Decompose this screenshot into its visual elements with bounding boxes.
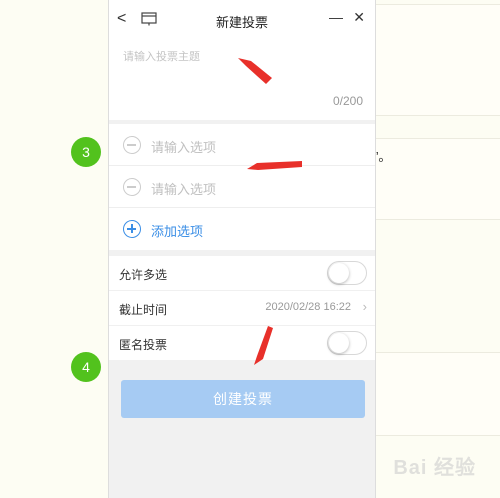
option-input-placeholder[interactable]: 请输入选项 [151, 137, 216, 156]
deadline-label: 截止时间 [119, 303, 168, 317]
add-option-label[interactable]: 添加选项 [151, 221, 203, 240]
option-input-placeholder[interactable]: 请输入选项 [151, 179, 216, 198]
close-icon[interactable]: ✕ [353, 9, 365, 26]
create-vote-button[interactable]: 创建投票 [121, 380, 365, 418]
title-bar: < 新建投票 — ✕ [109, 0, 375, 40]
article-panel [375, 4, 500, 116]
character-counter: 0/200 [332, 94, 363, 108]
minimize-icon[interactable]: — [329, 9, 343, 25]
article-panel [375, 352, 500, 436]
watermark: Bai 经验 [393, 457, 476, 479]
anonymous-toggle[interactable] [327, 331, 367, 355]
anonymous-row: 匿名投票 [109, 326, 375, 361]
vote-settings: 允许多选 截止时间 2020/02/28 16:22 › 匿名投票 [109, 256, 375, 360]
remove-option-icon[interactable] [123, 178, 141, 196]
chevron-right-icon[interactable]: › [363, 299, 367, 314]
deadline-row[interactable]: 截止时间 2020/02/28 16:22 › [109, 291, 375, 326]
vote-topic-placeholder: 请输入投票主题 [123, 51, 200, 63]
page-background-left [0, 0, 110, 498]
deadline-value[interactable]: 2020/02/28 16:22 [265, 301, 351, 313]
option-row[interactable]: 请输入选项 [109, 124, 375, 166]
option-row[interactable]: 请输入选项 [109, 166, 375, 208]
anonymous-label: 匿名投票 [119, 338, 168, 352]
vote-topic-input[interactable]: 请输入投票主题 0/200 [109, 40, 375, 120]
new-vote-dialog: < 新建投票 — ✕ 请输入投票主题 0/200 请输入选项 请输入选项 添加选… [108, 0, 376, 498]
vote-options-list: 请输入选项 请输入选项 添加选项 [109, 124, 375, 250]
article-text-fragment: ”。 [374, 149, 392, 164]
add-option-button[interactable]: 添加选项 [109, 208, 375, 250]
article-panel [375, 138, 500, 220]
step-badge-4: 4 [71, 352, 101, 382]
step-badge-3: 3 [71, 137, 101, 167]
add-circle-icon[interactable] [123, 220, 141, 238]
allow-multiple-row: 允许多选 [109, 256, 375, 291]
remove-option-icon[interactable] [123, 136, 141, 154]
allow-multiple-label: 允许多选 [119, 268, 168, 282]
allow-multiple-toggle[interactable] [327, 261, 367, 285]
